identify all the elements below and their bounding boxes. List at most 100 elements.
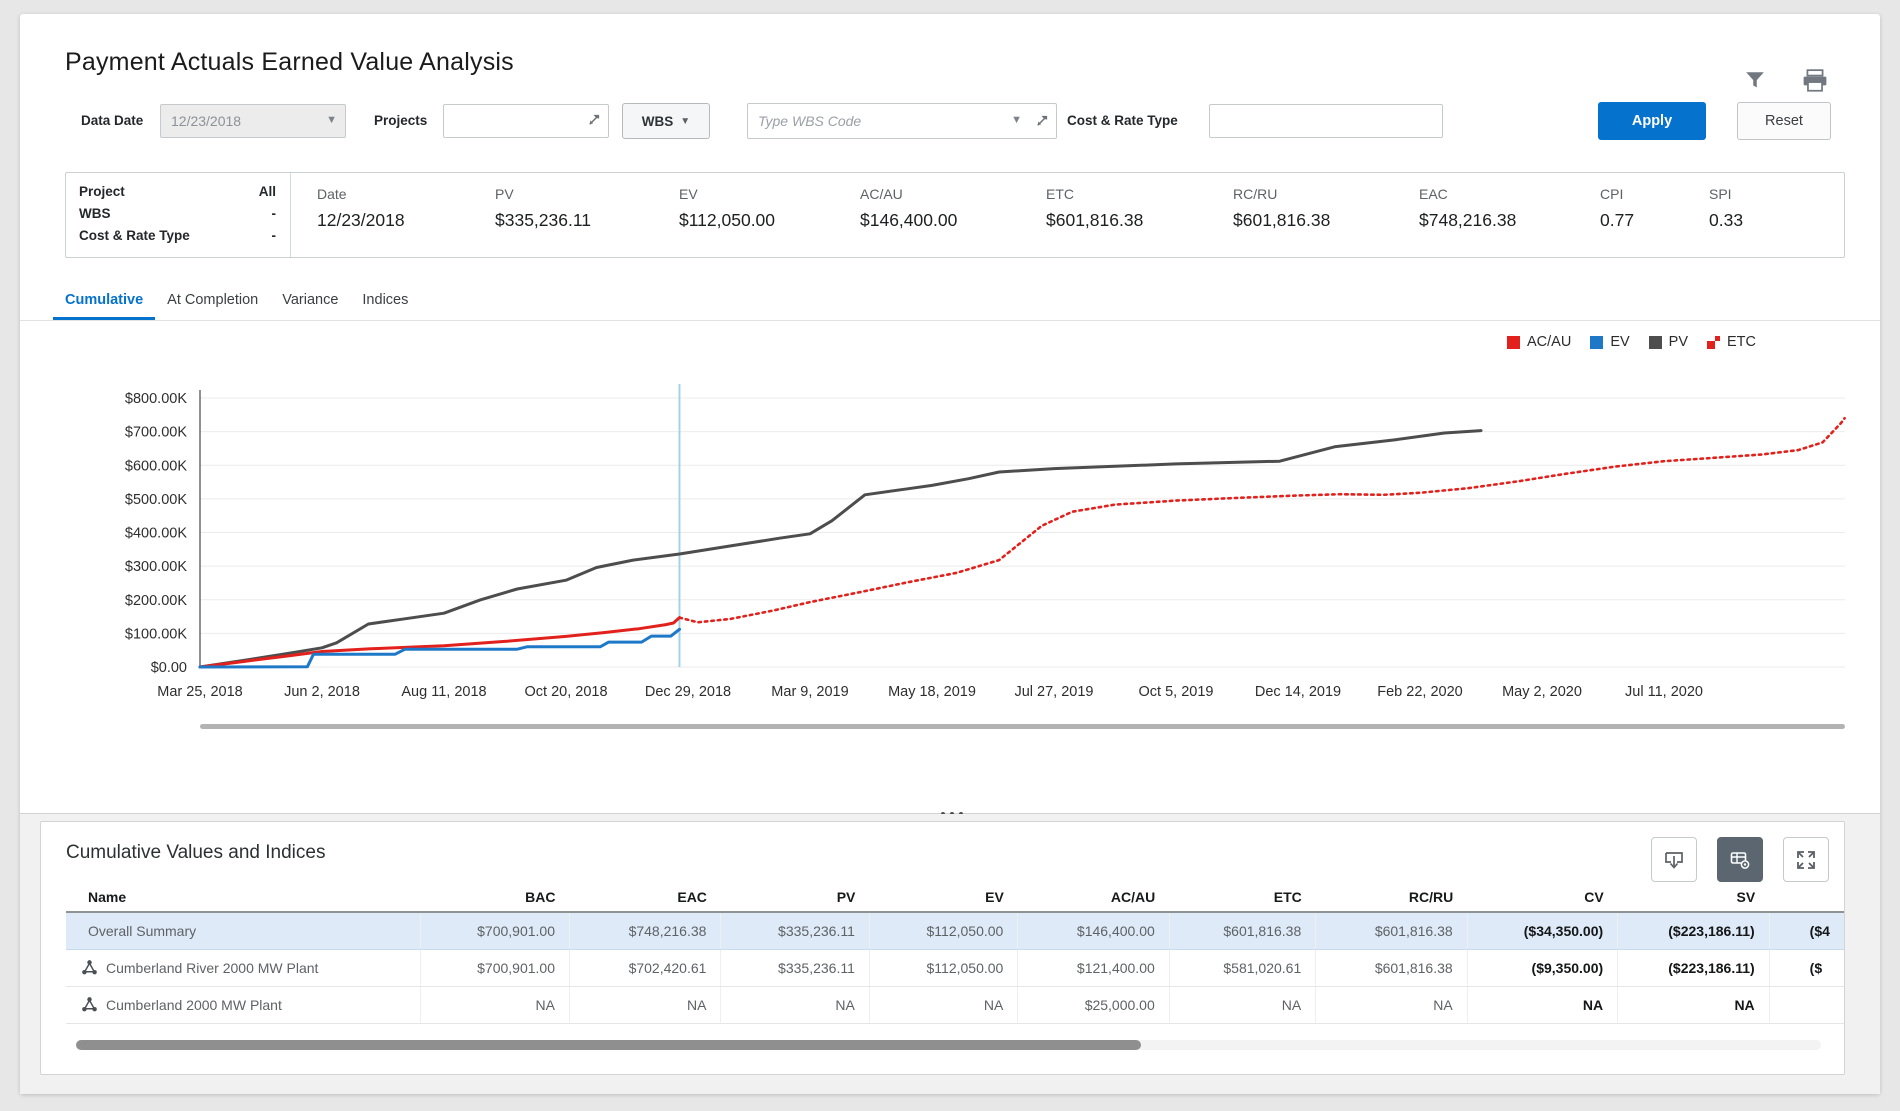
column-header-etc[interactable]: ETC — [1169, 884, 1315, 912]
cell-cv: ($9,350.00) — [1467, 949, 1617, 986]
cell-eac: $748,216.38 — [569, 912, 720, 949]
column-header-clipped[interactable] — [1769, 884, 1844, 912]
data-date-select[interactable]: ▼ — [160, 104, 346, 138]
reset-button[interactable]: Reset — [1737, 102, 1831, 140]
table-row[interactable]: Cumberland 2000 MW PlantNANANANA$25,000.… — [66, 986, 1844, 1023]
svg-text:$500.00K: $500.00K — [125, 492, 187, 508]
cost-rate-type-field[interactable] — [1210, 105, 1442, 137]
column-header-bac[interactable]: BAC — [420, 884, 569, 912]
svg-text:May 2, 2020: May 2, 2020 — [1502, 684, 1582, 700]
wbs-code-input[interactable]: ▼ — [747, 103, 1057, 139]
tab-indices[interactable]: Indices — [350, 282, 420, 320]
metric-label: Date — [317, 186, 405, 202]
summary-metric: EV $112,050.00 — [679, 186, 775, 231]
grid-settings-icon[interactable] — [1717, 837, 1763, 882]
cell-pv: $335,236.11 — [721, 912, 869, 949]
legend-item-ac-au: AC/AU — [1507, 334, 1571, 350]
legend-dotted-swatch — [1707, 336, 1720, 349]
metric-value: $112,050.00 — [679, 210, 775, 231]
metric-label: EAC — [1419, 186, 1516, 202]
cost-rate-type-input[interactable] — [1209, 104, 1443, 138]
table-hscrollbar[interactable] — [76, 1040, 1821, 1050]
metric-value: $335,236.11 — [495, 210, 591, 231]
table-row[interactable]: Overall Summary$700,901.00$748,216.38$33… — [66, 912, 1844, 949]
print-icon[interactable] — [1798, 66, 1832, 96]
cell-bac: $700,901.00 — [420, 949, 569, 986]
summary-scope-row: WBS - — [79, 206, 276, 221]
summary-metric: RC/RU$601,816.38 — [1233, 186, 1330, 231]
metric-label: CPI — [1600, 186, 1634, 202]
column-header-ev[interactable]: EV — [869, 884, 1017, 912]
table-panel: Cumulative Values and Indices NameBACEAC… — [40, 821, 1845, 1075]
cell-etc: $581,020.61 — [1169, 949, 1315, 986]
filter-icon[interactable] — [1738, 66, 1772, 96]
svg-text:$800.00K: $800.00K — [125, 391, 187, 407]
svg-text:Aug 11, 2018: Aug 11, 2018 — [401, 684, 486, 700]
cell-sv: ($223,186.11) — [1618, 949, 1770, 986]
svg-text:Mar 9, 2019: Mar 9, 2019 — [771, 684, 848, 700]
summary-metric: ETC$601,816.38 — [1046, 186, 1143, 231]
tab-at-completion[interactable]: At Completion — [155, 282, 270, 320]
svg-text:May 18, 2019: May 18, 2019 — [888, 684, 976, 700]
summary-scope-value: - — [272, 206, 277, 221]
column-header-pv[interactable]: PV — [721, 884, 869, 912]
expand-icon[interactable] — [1783, 837, 1829, 882]
metric-label: AC/AU — [860, 186, 957, 202]
wbs-dropdown-button[interactable]: WBS ▼ — [622, 103, 710, 139]
summary-scope-label: Project — [79, 184, 125, 199]
column-header-rc-ru[interactable]: RC/RU — [1316, 884, 1467, 912]
evm-chart-svg: $800.00K$700.00K$600.00K$500.00K$400.00K… — [65, 362, 1855, 747]
legend-label: AC/AU — [1527, 334, 1571, 350]
table-row[interactable]: Cumberland River 2000 MW Plant$700,901.0… — [66, 949, 1844, 986]
svg-text:$400.00K: $400.00K — [125, 526, 187, 542]
tab-cumulative[interactable]: Cumulative — [53, 282, 155, 320]
summary-scope-label: WBS — [79, 206, 111, 221]
data-date-value[interactable] — [161, 105, 345, 137]
cell-eac: $702,420.61 — [569, 949, 720, 986]
wbs-code-field[interactable] — [748, 104, 1056, 138]
tab-variance[interactable]: Variance — [270, 282, 350, 320]
summary-scope-label: Cost & Rate Type — [79, 228, 190, 243]
evm-chart: $800.00K$700.00K$600.00K$500.00K$400.00K… — [65, 362, 1855, 747]
metric-label: SPI — [1709, 186, 1743, 202]
cell-sv: ($223,186.11) — [1618, 912, 1770, 949]
summary-metric: SPI0.33 — [1709, 186, 1743, 231]
legend-label: PV — [1669, 334, 1688, 350]
column-header-ac-au[interactable]: AC/AU — [1018, 884, 1169, 912]
svg-text:$700.00K: $700.00K — [125, 425, 187, 441]
cost-rate-type-label: Cost & Rate Type — [1067, 102, 1178, 140]
summary-scope: ProjectAllWBS-Cost & Rate Type- — [66, 173, 291, 257]
picker-icon[interactable] — [1034, 114, 1049, 132]
column-header-sv[interactable]: SV — [1618, 884, 1770, 912]
metric-value: $601,816.38 — [1046, 210, 1143, 231]
cell-clipped — [1769, 986, 1844, 1023]
cell-clipped: ($4 — [1769, 912, 1844, 949]
summary-scope-value: - — [272, 228, 277, 243]
svg-text:Dec 29, 2018: Dec 29, 2018 — [645, 684, 731, 700]
summary-box: ProjectAllWBS-Cost & Rate Type- Date12/2… — [65, 172, 1845, 258]
cell-ev: $112,050.00 — [869, 912, 1017, 949]
summary-metric: CPI 0.77 — [1600, 186, 1634, 231]
column-header-name[interactable]: Name — [66, 884, 420, 912]
projects-field[interactable] — [444, 105, 608, 137]
column-header-cv[interactable]: CV — [1467, 884, 1617, 912]
chart-scroll-track[interactable] — [200, 724, 1845, 729]
chart-legend: AC/AU EV PV ETC — [1507, 334, 1756, 350]
metric-value: 0.77 — [1600, 210, 1634, 231]
apply-button[interactable]: Apply — [1598, 102, 1706, 140]
picker-icon[interactable] — [586, 113, 601, 131]
cell-rc-ru: $601,816.38 — [1316, 912, 1467, 949]
metric-label: EV — [679, 186, 775, 202]
export-icon[interactable] — [1651, 837, 1697, 882]
projects-input[interactable] — [443, 104, 609, 138]
metric-label: PV — [495, 186, 591, 202]
scrollbar-thumb[interactable] — [76, 1040, 1141, 1050]
cell-ac-au: $146,400.00 — [1018, 912, 1169, 949]
page-title: Payment Actuals Earned Value Analysis — [65, 48, 514, 77]
evm-table: NameBACEACPVEVAC/AUETCRC/RUCVSV Overall … — [66, 884, 1844, 1024]
column-header-eac[interactable]: EAC — [569, 884, 720, 912]
legend-label: ETC — [1727, 334, 1756, 350]
legend-label: EV — [1610, 334, 1629, 350]
summary-metric: Date12/23/2018 — [317, 186, 405, 231]
cell-rc-ru: NA — [1316, 986, 1467, 1023]
